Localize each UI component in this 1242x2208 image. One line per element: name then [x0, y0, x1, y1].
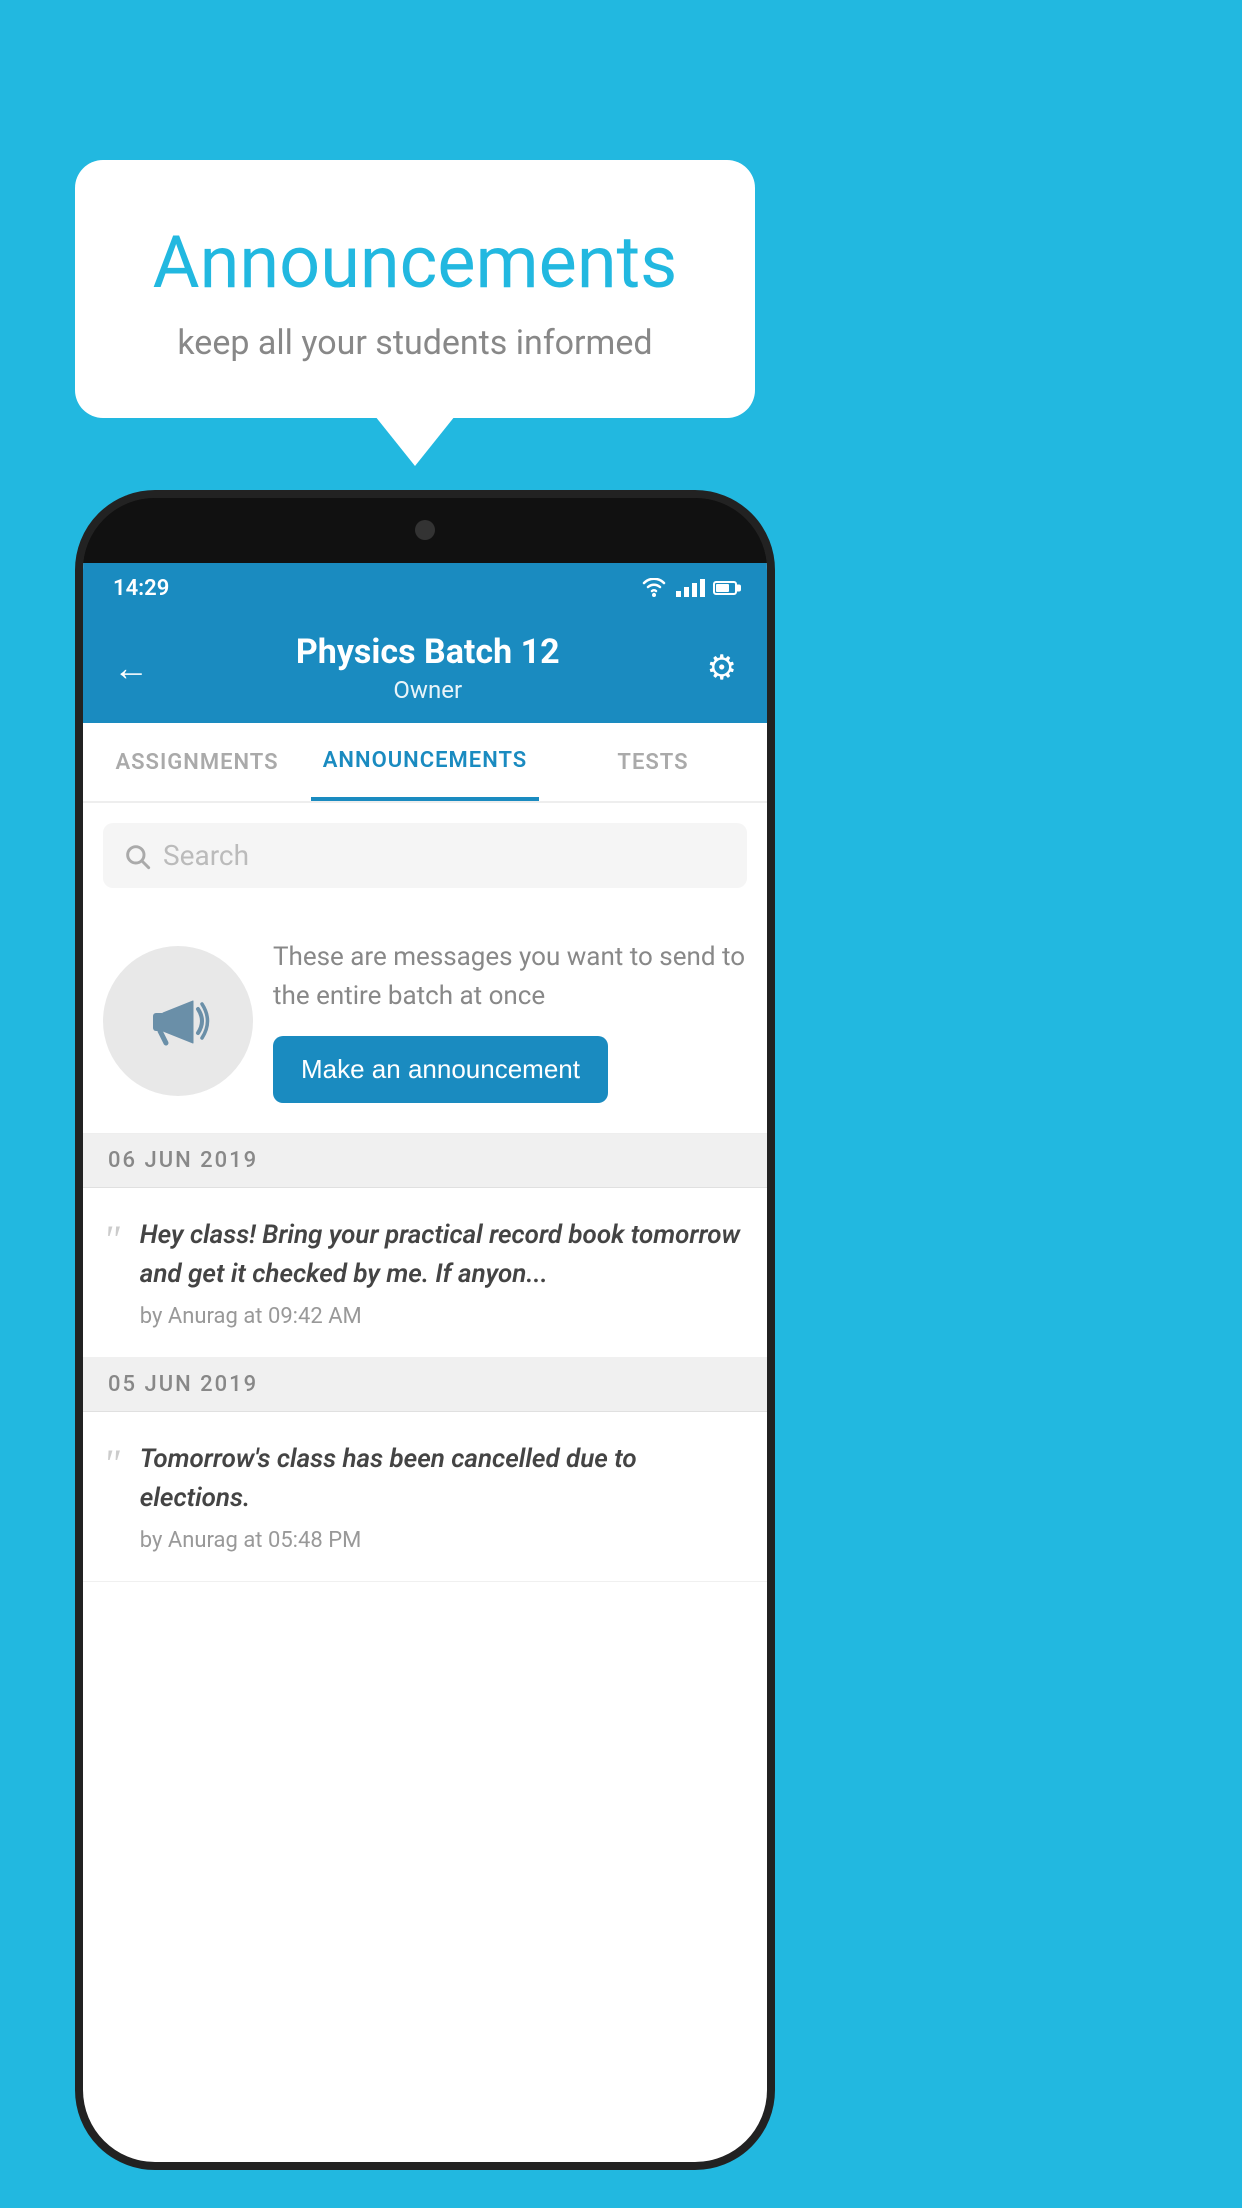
announcement-text-section-2: Tomorrow's class has been cancelled due …	[140, 1440, 747, 1553]
tabs-bar: ASSIGNMENTS ANNOUNCEMENTS TESTS	[83, 723, 767, 803]
status-icons	[640, 578, 737, 598]
search-bar[interactable]: Search	[103, 823, 747, 888]
speech-bubble: Announcements keep all your students inf…	[75, 160, 755, 418]
promo-icon-circle	[103, 946, 253, 1096]
phone-camera	[415, 520, 435, 540]
make-announcement-button[interactable]: Make an announcement	[273, 1036, 608, 1103]
announcement-item-1[interactable]: " Hey class! Bring your practical record…	[83, 1188, 767, 1358]
megaphone-icon	[138, 981, 218, 1061]
search-placeholder: Search	[163, 839, 249, 872]
batch-title: Physics Batch 12	[149, 632, 707, 672]
speech-bubble-subtitle: keep all your students informed	[125, 323, 705, 363]
announcement-text-section-1: Hey class! Bring your practical record b…	[140, 1216, 747, 1329]
header-title-section: Physics Batch 12 Owner	[149, 632, 707, 704]
promo-right: These are messages you want to send to t…	[273, 938, 747, 1103]
announcement-author-2: by Anurag at 05:48 PM	[140, 1528, 747, 1553]
app-header: ← Physics Batch 12 Owner ⚙	[83, 613, 767, 723]
date-separator-1: 06 JUN 2019	[83, 1134, 767, 1188]
quote-icon-2: "	[103, 1444, 120, 1553]
announcement-text-2: Tomorrow's class has been cancelled due …	[140, 1440, 747, 1518]
status-bar: 14:29	[83, 563, 767, 613]
phone-frame: 14:29	[75, 490, 775, 2170]
wifi-icon	[640, 578, 668, 598]
announcement-item-2[interactable]: " Tomorrow's class has been cancelled du…	[83, 1412, 767, 1582]
phone-notch-area	[83, 498, 767, 563]
status-time: 14:29	[113, 576, 169, 601]
tab-announcements[interactable]: ANNOUNCEMENTS	[311, 723, 539, 801]
signal-icon	[676, 579, 705, 597]
search-icon	[123, 842, 151, 870]
speech-bubble-container: Announcements keep all your students inf…	[75, 160, 755, 418]
phone-screen: 14:29	[83, 563, 767, 2162]
battery-icon	[713, 581, 737, 595]
batch-owner-label: Owner	[149, 676, 707, 704]
date-separator-2: 05 JUN 2019	[83, 1358, 767, 1412]
settings-icon[interactable]: ⚙	[707, 648, 737, 688]
promo-description: These are messages you want to send to t…	[273, 938, 747, 1016]
tab-tests[interactable]: TESTS	[539, 723, 767, 801]
tab-assignments[interactable]: ASSIGNMENTS	[83, 723, 311, 801]
announcement-author-1: by Anurag at 09:42 AM	[140, 1304, 747, 1329]
back-button[interactable]: ←	[113, 647, 149, 689]
announcement-promo: These are messages you want to send to t…	[83, 908, 767, 1134]
announcement-text-1: Hey class! Bring your practical record b…	[140, 1216, 747, 1294]
quote-icon-1: "	[103, 1220, 120, 1329]
speech-bubble-title: Announcements	[125, 220, 705, 305]
